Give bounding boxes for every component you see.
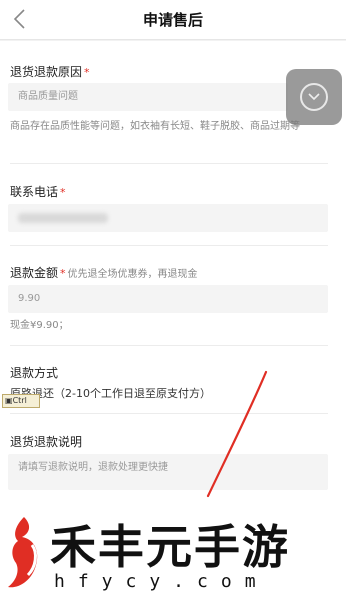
method-label-row: 退款方式 — [10, 362, 328, 381]
amount-label-row: 退款金额 * 优先退全场优惠券，再退现金 — [10, 262, 328, 281]
required-mark: * — [60, 267, 66, 280]
assistive-touch-icon — [300, 83, 328, 111]
phone-label-row: 联系电话 * — [10, 181, 328, 200]
amount-hint: 优先退全场优惠券，再退现金 — [67, 269, 198, 280]
explain-textarea[interactable]: 请填写退款说明，退款处理更快捷 — [8, 454, 328, 490]
clipboard-icon: ▣ — [5, 396, 13, 405]
divider — [10, 163, 328, 164]
phone-blurred-value — [18, 213, 108, 223]
assistive-touch-button[interactable] — [286, 69, 342, 125]
clipboard-badge-text: Ctrl — [12, 396, 27, 405]
explain-label-row: 退货退款说明 — [10, 431, 328, 450]
required-mark: * — [84, 66, 90, 79]
site-watermark: 禾丰元手游 hfycy.com — [0, 505, 346, 603]
reason-label: 退货退款原因 — [10, 65, 83, 79]
clipboard-badge: ▣Ctrl — [2, 394, 40, 408]
page-title: 申请售后 — [142, 11, 203, 29]
phone-label: 联系电话 — [10, 185, 59, 199]
reason-label-row: 退货退款原因 * — [10, 61, 328, 80]
divider — [10, 345, 328, 346]
reason-description: 商品存在品质性能等问题，如衣袖有长短、鞋子脱胶、商品过期等 — [10, 121, 300, 132]
phone-input[interactable] — [8, 204, 328, 232]
divider — [10, 413, 328, 414]
top-nav-bar: 申请售后 — [0, 0, 346, 40]
cash-note: 现金¥9.90； — [10, 320, 69, 331]
method-label: 退款方式 — [10, 366, 59, 380]
watermark-url: hfycy.com — [54, 571, 269, 592]
reason-select[interactable]: 商品质量问题 — [8, 83, 288, 111]
explain-label: 退货退款说明 — [10, 435, 83, 449]
divider — [10, 245, 328, 246]
chevron-down-icon — [308, 93, 320, 101]
required-mark: * — [60, 186, 66, 199]
watermark-title: 禾丰元手游 — [50, 520, 290, 574]
watermark-logo-icon — [8, 517, 38, 588]
amount-label: 退款金额 — [10, 266, 59, 280]
method-value: 原路退还（2-10个工作日退至原支付方） — [10, 387, 211, 400]
amount-input[interactable]: 9.90 — [8, 285, 328, 313]
red-annotation-stroke — [206, 370, 268, 498]
